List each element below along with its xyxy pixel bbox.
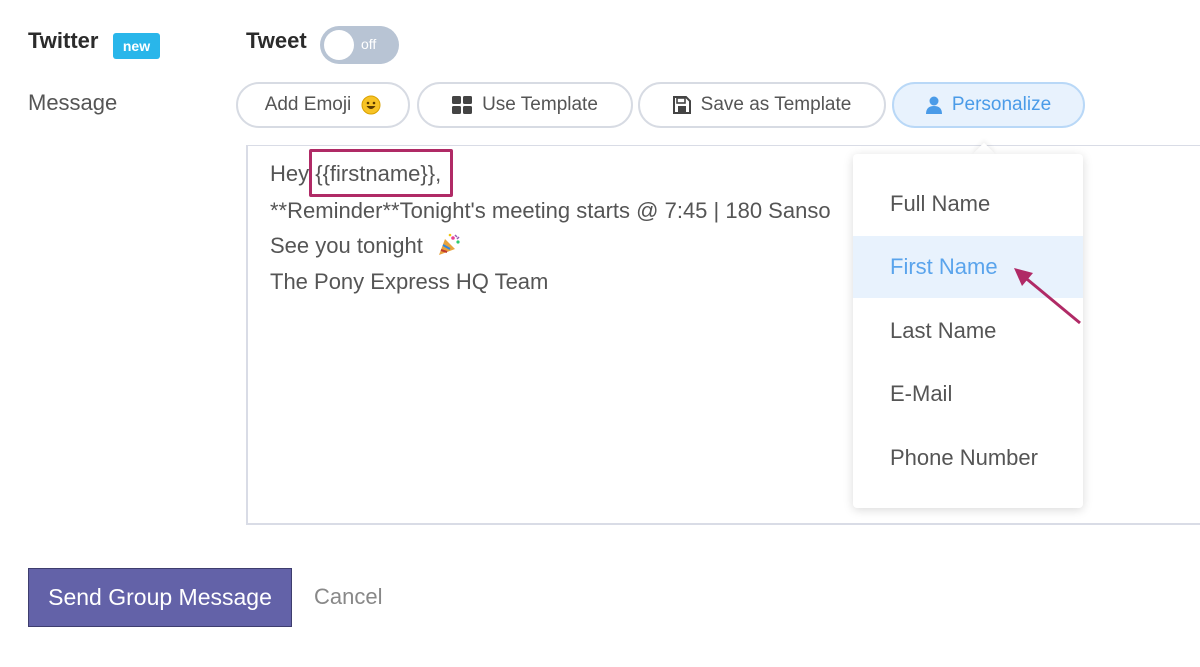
toggle-state: off (361, 36, 377, 52)
firstname-highlight (309, 149, 453, 197)
save-as-template-button[interactable]: Save as Template (638, 82, 886, 128)
message-line-4: The Pony Express HQ Team (270, 269, 549, 294)
menu-item-phone-number[interactable]: Phone Number (853, 427, 1083, 489)
save-icon (672, 96, 691, 114)
twitter-label: Twitter (28, 28, 99, 53)
message-label: Message (28, 90, 118, 115)
smiley-icon (361, 95, 381, 115)
use-template-label: Use Template (482, 94, 598, 115)
personalize-button[interactable]: Personalize (892, 82, 1085, 128)
message-line-2: **Reminder**Tonight's meeting starts @ 7… (270, 198, 831, 223)
message-line-3: See you tonight (270, 233, 461, 259)
save-as-template-label: Save as Template (700, 94, 852, 115)
personalize-label: Personalize (951, 94, 1052, 115)
toggle-knob (324, 30, 354, 60)
tweet-toggle[interactable]: off (320, 26, 399, 64)
add-emoji-button[interactable]: Add Emoji (236, 82, 410, 128)
annotation-arrow-icon (1014, 268, 1081, 325)
send-group-message-button[interactable]: Send Group Message (28, 568, 292, 627)
tweet-label: Tweet (246, 28, 307, 53)
user-icon (925, 96, 942, 114)
party-popper-icon (437, 233, 461, 257)
grid-icon (452, 96, 473, 114)
menu-item-email[interactable]: E-Mail (853, 363, 1083, 425)
add-emoji-label: Add Emoji (264, 94, 352, 115)
new-badge: new (113, 33, 160, 59)
message-line-3-text: See you tonight (270, 233, 423, 258)
cancel-link[interactable]: Cancel (314, 584, 382, 610)
use-template-button[interactable]: Use Template (417, 82, 633, 128)
menu-item-full-name[interactable]: Full Name (853, 173, 1083, 235)
